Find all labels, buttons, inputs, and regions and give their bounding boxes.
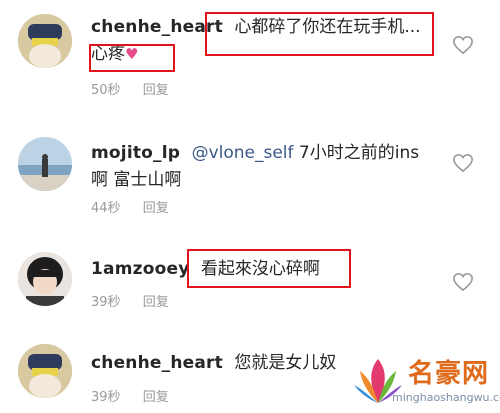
mention-link[interactable]: @vlone_self bbox=[192, 143, 294, 163]
comment-username[interactable]: 1amzooey bbox=[91, 259, 189, 279]
comment-time: 50秒 bbox=[91, 83, 121, 98]
comment-username[interactable]: chenhe_heart bbox=[91, 353, 223, 373]
comment-time: 39秒 bbox=[91, 390, 121, 405]
avatar[interactable] bbox=[18, 252, 72, 306]
reply-button[interactable]: 回复 bbox=[143, 201, 169, 216]
comment-text: 7小时之前的ins bbox=[293, 143, 420, 163]
comment-text: 心都碎了你还在玩手机... bbox=[234, 17, 421, 37]
comment-text: 啊 富士山啊 bbox=[91, 170, 182, 190]
comment-text: 心疼 bbox=[91, 44, 125, 64]
like-heart-icon[interactable] bbox=[452, 35, 474, 55]
avatar[interactable] bbox=[18, 137, 72, 191]
avatar[interactable] bbox=[18, 14, 72, 68]
watermark-url: minghaoshangwu.com bbox=[392, 391, 500, 404]
avatar[interactable] bbox=[18, 344, 72, 398]
comment-time: 39秒 bbox=[91, 295, 121, 310]
reply-button[interactable]: 回复 bbox=[143, 295, 169, 310]
comment-username[interactable]: mojito_lp bbox=[91, 143, 180, 163]
comment-text: 看起來沒心碎啊 bbox=[200, 259, 320, 279]
comment-time: 44秒 bbox=[91, 201, 121, 216]
watermark-title: 名豪网 bbox=[408, 359, 490, 389]
reply-button[interactable]: 回复 bbox=[143, 390, 169, 405]
site-watermark: 名豪网 minghaoshangwu.com bbox=[330, 351, 500, 413]
like-heart-icon[interactable] bbox=[452, 153, 474, 173]
comment-text: 您就是女儿奴 bbox=[234, 353, 337, 373]
comment-username[interactable]: chenhe_heart bbox=[91, 17, 223, 37]
like-heart-icon[interactable] bbox=[452, 272, 474, 292]
heart-emoji: ♥ bbox=[125, 45, 139, 63]
reply-button[interactable]: 回复 bbox=[143, 83, 169, 98]
